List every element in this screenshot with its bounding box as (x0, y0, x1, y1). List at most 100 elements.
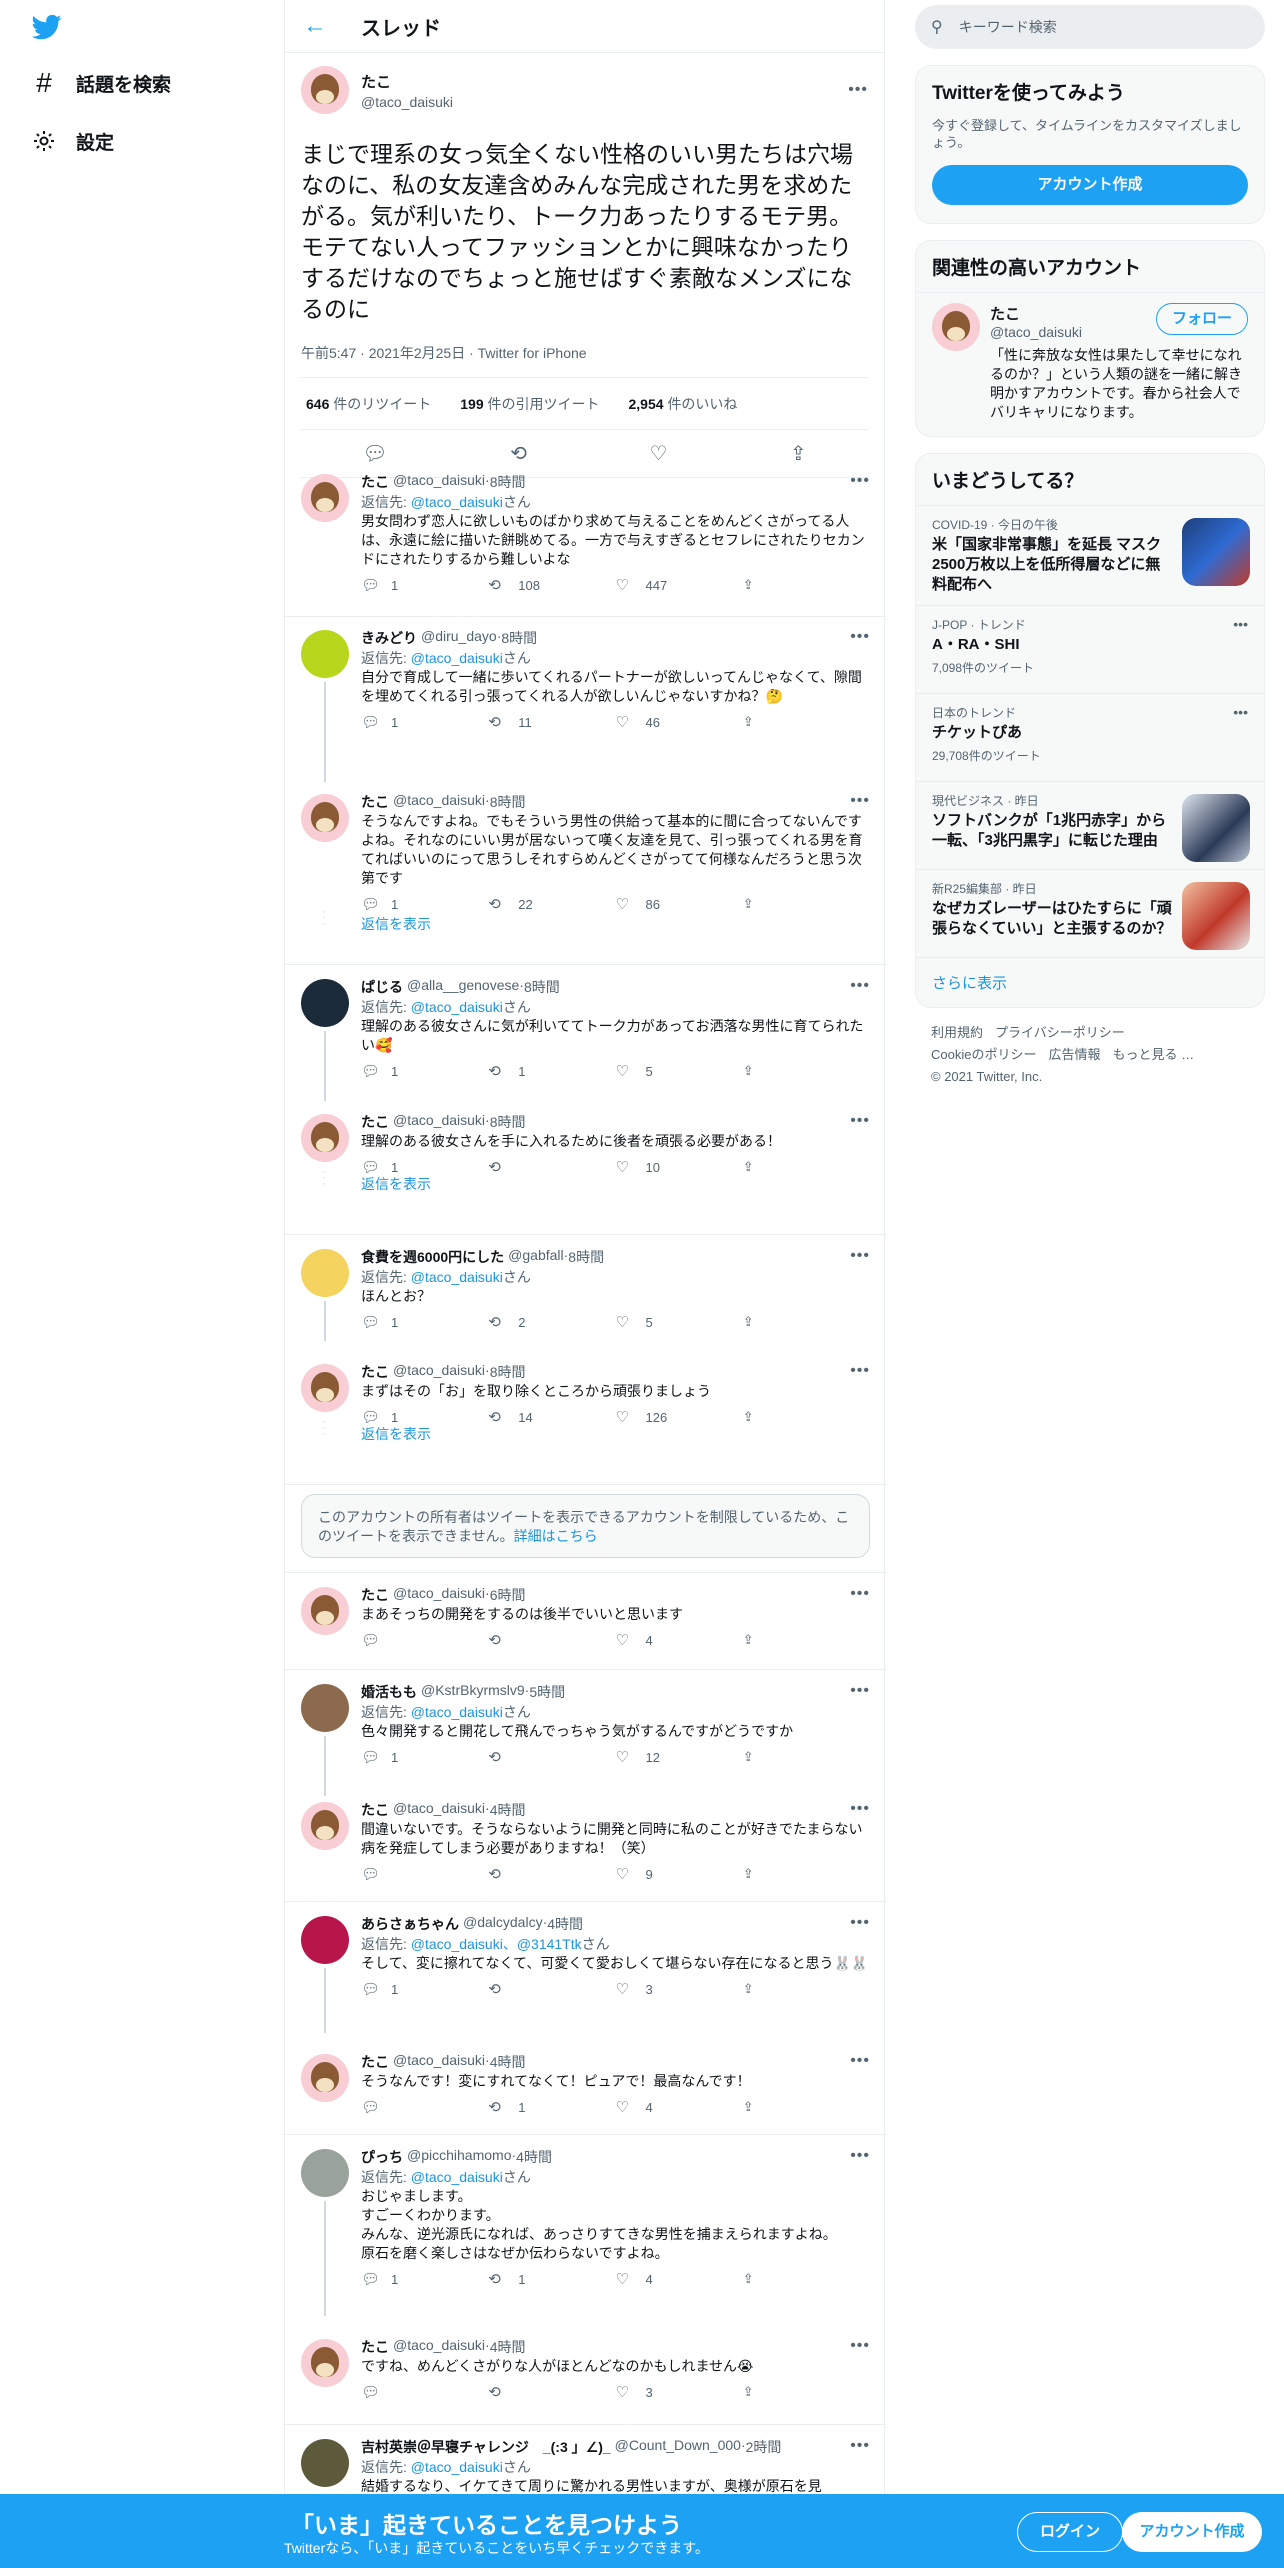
more-options-icon[interactable]: ••• (850, 1914, 870, 1934)
retweet-action[interactable]: ⟲ 22 (488, 895, 615, 913)
avatar[interactable] (301, 1364, 349, 1412)
avatar[interactable] (301, 2339, 349, 2387)
share-icon[interactable]: ⇪ (743, 577, 870, 593)
reply-author-name[interactable]: たこ (361, 792, 389, 812)
like-action[interactable]: ♡ 12 (616, 1748, 743, 1766)
terms-link[interactable]: 利用規約 (931, 1025, 983, 1040)
show-replies-link[interactable]: 返信を表示 (361, 914, 431, 934)
avatar[interactable] (301, 979, 349, 1027)
reply-to-link[interactable]: @taco_daisuki (411, 650, 503, 666)
reply-to-link[interactable]: @taco_daisuki (411, 494, 503, 510)
more-options-icon[interactable]: ••• (1233, 704, 1248, 720)
reply-action[interactable]: 💬︎ (361, 1865, 488, 1883)
reply-tweet[interactable]: 食費を週6000円にした @gabfall · 8時間 ••• 返信先: @taco_… (285, 1239, 886, 1341)
more-options-icon[interactable]: ••• (850, 2147, 870, 2167)
like-icon[interactable]: ♡ (649, 441, 667, 466)
reply-tweet[interactable]: たこ @taco_daisuki · 4時間 ••• 間違いないです。そうならないよう… (285, 1792, 886, 1892)
search-input[interactable]: ⚲ キーワード検索 (915, 5, 1265, 49)
reply-to-link[interactable]: @taco_daisuki (411, 2459, 503, 2475)
avatar[interactable] (301, 1684, 349, 1732)
share-icon[interactable]: ⇪ (743, 1749, 870, 1765)
avatar[interactable] (301, 2149, 349, 2197)
reply-author-name[interactable]: きみどり (361, 628, 417, 648)
avatar[interactable] (301, 1802, 349, 1850)
like-action[interactable]: ♡ 5 (616, 1313, 743, 1331)
reply-to-link[interactable]: @taco_daisuki (411, 999, 503, 1015)
like-action[interactable]: ♡ 4 (616, 2270, 743, 2288)
twitter-logo-icon[interactable] (30, 12, 64, 42)
reply-author-name[interactable]: たこ (361, 2052, 389, 2072)
reply-time[interactable]: 8時間 (524, 977, 560, 997)
share-icon[interactable]: ⇪ (743, 714, 870, 730)
reply-author-name[interactable]: あらさぁちゃん (361, 1914, 459, 1934)
signup-button[interactable]: アカウント作成 (1122, 2512, 1262, 2552)
reply-time[interactable]: 4時間 (490, 2337, 526, 2357)
trend-item[interactable]: J-POP · トレンド A・RA・SHI 7,098件のツイート ••• (916, 605, 1264, 693)
like-action[interactable]: ♡ 447 (616, 576, 743, 594)
like-action[interactable]: ♡ 3 (616, 2383, 743, 2401)
like-action[interactable]: ♡ 10 (616, 1158, 743, 1176)
reply-tweet[interactable]: たこ @taco_daisuki · 4時間 ••• そうなんです！変にすれてなくて！… (285, 2044, 886, 2124)
more-options-icon[interactable]: ••• (850, 792, 870, 812)
share-icon[interactable]: ⇪ (743, 2099, 870, 2115)
reply-author-name[interactable]: 婚活もも (361, 1682, 417, 1702)
reply-author-name[interactable]: たこ (361, 1112, 389, 1132)
retweet-action[interactable]: ⟲ (488, 1865, 615, 1883)
reply-author-name[interactable]: たこ (361, 1585, 389, 1605)
reply-time[interactable]: 8時間 (490, 792, 526, 812)
reply-tweet[interactable]: ぴっち @picchihamomo · 4時間 ••• 返信先: @taco_dais… (285, 2139, 886, 2316)
more-link[interactable]: もっと見る … (1112, 1047, 1194, 1062)
login-button[interactable]: ログイン (1017, 2512, 1123, 2552)
share-icon[interactable]: ⇪ (743, 1632, 870, 1648)
reply-time[interactable]: 4時間 (490, 1800, 526, 1820)
avatar[interactable] (301, 630, 349, 678)
reply-time[interactable]: 4時間 (547, 1914, 583, 1934)
reply-author-handle[interactable]: @taco_daisuki (393, 2052, 485, 2072)
reply-time[interactable]: 8時間 (490, 1112, 526, 1132)
avatar[interactable] (301, 1916, 349, 1964)
more-options-icon[interactable]: ••• (850, 472, 870, 492)
reply-tweet[interactable]: たこ @taco_daisuki · 8時間 ••• そうなんですよね。でもそういう男… (285, 784, 886, 934)
avatar[interactable] (301, 1587, 349, 1635)
reply-author-handle[interactable]: @taco_daisuki (393, 472, 485, 492)
reply-author-handle[interactable]: @taco_daisuki (393, 1112, 485, 1132)
more-options-icon[interactable]: ••• (850, 2437, 870, 2457)
reply-time[interactable]: 4時間 (516, 2147, 552, 2167)
privacy-link[interactable]: プライバシーポリシー (995, 1025, 1125, 1040)
reply-author-handle[interactable]: @Count_Down_000 (615, 2437, 741, 2457)
avatar[interactable] (301, 2439, 349, 2487)
reply-author-handle[interactable]: @picchihamomo (407, 2147, 511, 2167)
follow-button[interactable]: フォロー (1156, 303, 1248, 335)
more-options-icon[interactable]: ••• (850, 2337, 870, 2357)
reply-time[interactable]: 6時間 (490, 1585, 526, 1605)
reply-action[interactable]: 💬︎ 1 (361, 895, 488, 913)
reply-tweet[interactable]: きみどり @diru_dayo · 8時間 ••• 返信先: @taco_daisuk… (285, 620, 886, 782)
quote-count[interactable]: 199 件の引用ツイート (460, 394, 599, 414)
more-options-icon[interactable]: ••• (850, 1112, 870, 1132)
reply-time[interactable]: 2時間 (746, 2437, 782, 2457)
show-replies-link[interactable]: 返信を表示 (361, 1424, 431, 1444)
show-replies-link[interactable]: 返信を表示 (361, 1174, 431, 1194)
reply-to-link[interactable]: @taco_daisuki (411, 2169, 503, 2185)
more-options-icon[interactable]: ••• (850, 1362, 870, 1382)
reply-time[interactable]: 8時間 (501, 628, 537, 648)
reply-author-handle[interactable]: @dalcydalcy (463, 1914, 543, 1934)
learn-more-link[interactable]: 詳細はこちら (514, 1528, 598, 1544)
more-options-icon[interactable]: ••• (850, 1800, 870, 1820)
retweet-action[interactable]: ⟲ (488, 1980, 615, 1998)
like-action[interactable]: ♡ 4 (616, 1631, 743, 1649)
reply-action[interactable]: 💬︎ 1 (361, 2270, 488, 2288)
tweet-timestamp[interactable]: 午前5:47 · 2021年2月25日 · Twitter for iPhone (301, 343, 868, 378)
nav-explore[interactable]: # 話題を検索 (30, 63, 171, 103)
reply-tweet[interactable]: ぱじる @alla__genovese · 8時間 ••• 返信先: @taco_da… (285, 969, 886, 1101)
reply-tweet[interactable]: たこ @taco_daisuki · 8時間 ••• 返信先: @taco_daisu… (285, 464, 886, 612)
more-options-icon[interactable]: ••• (850, 1247, 870, 1267)
reply-action[interactable]: 💬︎ 1 (361, 1980, 488, 1998)
like-action[interactable]: ♡ 46 (616, 713, 743, 731)
reply-author-handle[interactable]: @alla__genovese (407, 977, 519, 997)
reply-time[interactable]: 8時間 (490, 472, 526, 492)
relevant-handle[interactable]: @taco_daisuki (990, 324, 1156, 340)
reply-action[interactable]: 💬︎ (361, 1631, 488, 1649)
like-action[interactable]: ♡ 86 (616, 895, 743, 913)
share-icon[interactable]: ⇪ (743, 1159, 870, 1175)
